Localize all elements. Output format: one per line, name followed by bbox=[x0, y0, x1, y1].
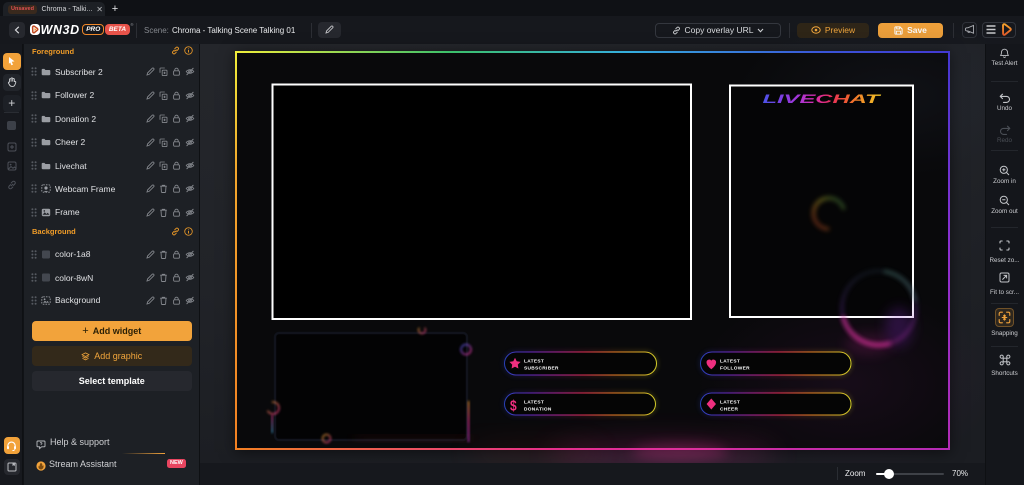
svg-text:SUBSCRIBER: SUBSCRIBER bbox=[524, 365, 559, 371]
svg-text:LATEST: LATEST bbox=[720, 399, 740, 405]
svg-text:DONATION: DONATION bbox=[524, 406, 552, 412]
svg-text:LATEST: LATEST bbox=[524, 358, 544, 364]
svg-text:FOLLOWER: FOLLOWER bbox=[720, 365, 750, 371]
svg-text:CHEER: CHEER bbox=[720, 406, 739, 412]
svg-text:LATEST: LATEST bbox=[524, 399, 544, 405]
svg-text:LATEST: LATEST bbox=[720, 358, 740, 364]
svg-text:LIVECHAT: LIVECHAT bbox=[763, 92, 883, 106]
svg-text:$: $ bbox=[510, 397, 517, 414]
